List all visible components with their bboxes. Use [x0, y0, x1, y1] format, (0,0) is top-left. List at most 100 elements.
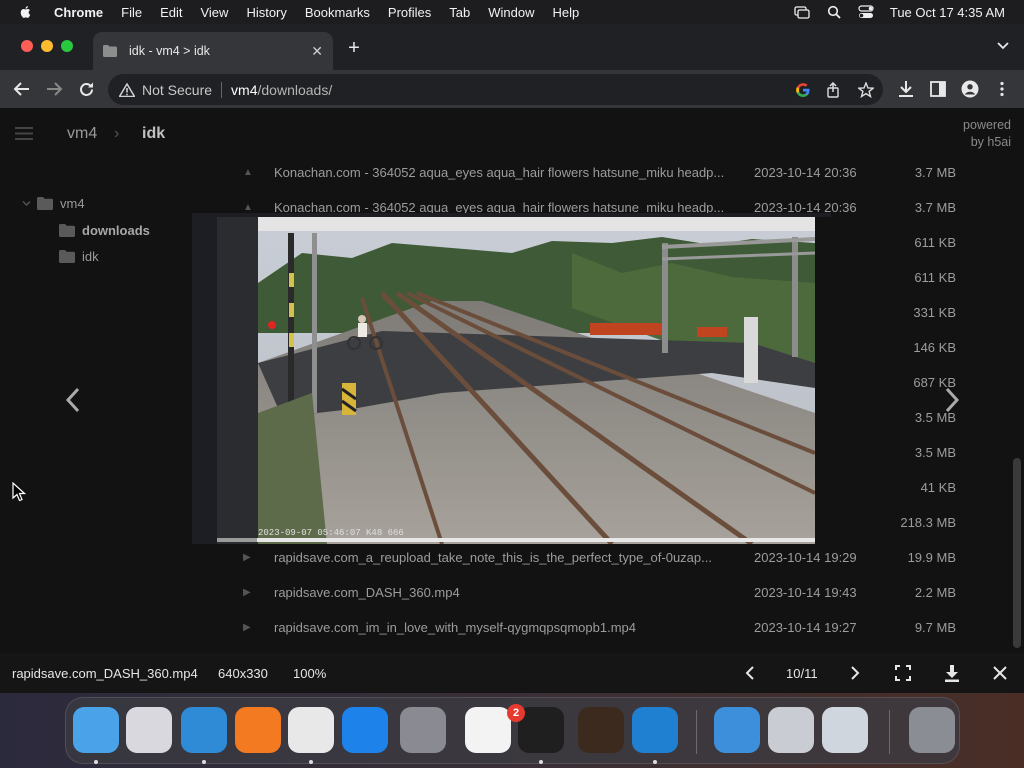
lightbox-prev-arrow-icon[interactable] [62, 385, 84, 415]
chrome-icon[interactable] [288, 707, 334, 753]
file-size: 3.7 MB [914, 200, 956, 215]
lightbox-next-arrow-icon[interactable] [941, 385, 963, 415]
tab-title: idk - vm4 > idk [129, 44, 210, 58]
trash-icon[interactable] [909, 707, 955, 753]
lightbox-video-frame[interactable]: 2023-09-07 05:46:07 K48 666 [192, 213, 831, 544]
side-panel-icon[interactable] [929, 80, 947, 98]
file-name: Konachan.com - 364052 aqua_eyes aqua_hai… [274, 165, 725, 180]
file-row[interactable]: ▶ rapidsave.com_a_reupload_take_note_this… [232, 540, 992, 575]
lightbox-prev-button[interactable] [741, 664, 759, 682]
file-row[interactable]: ▶ rapidsave.com_DASH_360.mp4 2023-10-14 19… [232, 575, 992, 610]
forward-button[interactable] [44, 79, 64, 99]
video-file-icon: ▶ [243, 622, 251, 633]
tab-close-icon[interactable]: ✕ [311, 43, 323, 60]
screen-mirroring-icon[interactable] [793, 5, 811, 19]
safari-icon[interactable] [181, 707, 227, 753]
file-size: 218.3 MB [900, 515, 956, 530]
menu-help[interactable]: Help [553, 5, 580, 20]
video-file-icon: ▶ [243, 587, 251, 598]
tree-expand-chevron-icon[interactable] [22, 200, 31, 207]
menu-app-name[interactable]: Chrome [54, 5, 103, 20]
image-file-icon: ▲ [243, 167, 253, 178]
garageband-icon[interactable] [578, 707, 624, 753]
file-date: 2023-10-14 19:43 [754, 585, 857, 600]
tab-strip: idk - vm4 > idk ✕ + [0, 24, 1024, 70]
active-tab[interactable]: idk - vm4 > idk ✕ [93, 32, 333, 70]
textedit-icon[interactable] [465, 707, 511, 753]
finder-icon[interactable] [73, 707, 119, 753]
new-tab-button[interactable]: + [343, 37, 365, 60]
google-lens-icon[interactable] [795, 82, 811, 98]
chevron-right-icon [851, 666, 860, 680]
file-name: rapidsave.com_DASH_360.mp4 [274, 585, 460, 600]
tree-label: downloads [82, 223, 150, 238]
profile-avatar-icon[interactable] [961, 80, 979, 98]
breadcrumb-separator: › [114, 125, 120, 142]
tab-search-chevron-icon[interactable] [996, 40, 1010, 52]
share-icon[interactable] [825, 82, 841, 98]
lightbox-next-button[interactable] [846, 664, 864, 682]
file-list-scrollbar[interactable] [1013, 458, 1021, 648]
menu-hamburger-icon[interactable] [15, 127, 33, 140]
tree-item-downloads[interactable]: downloads [59, 223, 150, 238]
launchpad-icon[interactable] [126, 707, 172, 753]
address-bar[interactable]: Not Secure vm4/downloads/ [108, 74, 883, 105]
file-row[interactable]: ▲ Konachan.com - 364052 aqua_eyes aqua_ha… [232, 155, 992, 190]
file-size: 41 KB [920, 480, 956, 495]
apple-logo-icon[interactable] [16, 5, 36, 19]
powered-line-2: by h5ai [970, 135, 1011, 149]
lightbox-close-button[interactable] [991, 664, 1009, 682]
preview-icon[interactable] [822, 707, 868, 753]
file-date: 2023-10-14 19:27 [754, 620, 857, 635]
menu-bookmarks[interactable]: Bookmarks [305, 5, 370, 20]
dock-separator [889, 710, 890, 754]
app-store-icon[interactable] [342, 707, 388, 753]
menu-edit[interactable]: Edit [160, 5, 182, 20]
window-zoom-button[interactable] [61, 40, 73, 52]
bookmark-star-icon[interactable] [858, 82, 874, 98]
reload-button[interactable] [76, 79, 96, 99]
file-name: rapidsave.com_im_in_love_with_myself-qyg… [274, 620, 637, 635]
folder-icon [59, 224, 75, 237]
powered-by-h5ai[interactable]: powered by h5ai [963, 117, 1011, 151]
breadcrumb-current[interactable]: idk [142, 125, 165, 143]
lightbox-toolbar: rapidsave.com_DASH_360.mp4 640x330 100% … [0, 653, 1024, 693]
control-center-icon[interactable] [857, 5, 875, 19]
system-settings-icon[interactable] [400, 707, 446, 753]
back-arrow-icon [13, 82, 29, 96]
back-button[interactable] [12, 79, 32, 99]
menu-history[interactable]: History [246, 5, 286, 20]
macos-dock: 2 [65, 697, 960, 764]
weather-icon[interactable] [714, 707, 760, 753]
menu-file[interactable]: File [121, 5, 142, 20]
chevron-left-icon [745, 666, 754, 680]
menu-profiles[interactable]: Profiles [388, 5, 431, 20]
file-size: 146 KB [913, 340, 956, 355]
running-indicator [309, 760, 313, 764]
window-close-button[interactable] [21, 40, 33, 52]
warning-triangle-icon[interactable] [119, 82, 135, 97]
macos-menubar: Chrome File Edit View History Bookmarks … [0, 0, 1024, 24]
menu-window[interactable]: Window [488, 5, 534, 20]
menu-tab[interactable]: Tab [449, 5, 470, 20]
fullscreen-icon [895, 665, 911, 681]
downloads-icon[interactable] [897, 80, 915, 98]
vscode-icon[interactable] [632, 707, 678, 753]
tree-item-idk[interactable]: idk [59, 249, 99, 264]
lightbox-dimensions: 640x330 [218, 665, 268, 681]
file-row[interactable]: ▶ rapidsave.com_im_in_love_with_myself-qy… [232, 610, 992, 645]
window-minimize-button[interactable] [41, 40, 53, 52]
menubar-clock[interactable]: Tue Oct 17 4:35 AM [890, 5, 1005, 20]
reload-icon [79, 82, 93, 96]
tree-item-vm4[interactable]: vm4 [22, 196, 85, 211]
running-indicator [653, 760, 657, 764]
firefox-icon[interactable] [235, 707, 281, 753]
breadcrumb-root[interactable]: vm4 [67, 125, 97, 143]
not-secure-label[interactable]: Not Secure [142, 82, 212, 98]
menu-view[interactable]: View [200, 5, 228, 20]
lightbox-download-button[interactable] [943, 664, 961, 682]
chrome-menu-icon[interactable] [993, 80, 1011, 98]
spotlight-search-icon[interactable] [825, 5, 843, 19]
lightbox-fullscreen-button[interactable] [894, 664, 912, 682]
system-preferences-icon[interactable] [768, 707, 814, 753]
